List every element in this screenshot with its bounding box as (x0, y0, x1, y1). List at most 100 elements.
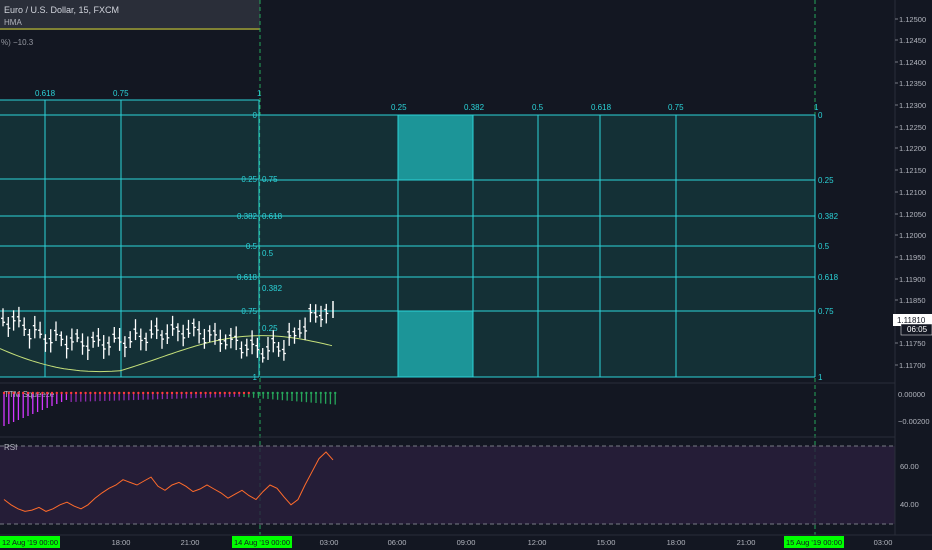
price-label: 1.11750 (899, 339, 926, 348)
squeeze-dot (295, 391, 298, 395)
squeeze-dot (12, 391, 15, 395)
squeeze-dot (281, 391, 284, 395)
price-label: 1.11700 (899, 361, 926, 370)
fib-left-level-label: 0.382 (237, 212, 258, 221)
price-label: 1.12050 (899, 210, 926, 219)
time-label: 21:00 (181, 538, 200, 547)
time-label: 21:00 (737, 538, 756, 547)
squeeze-dot (113, 391, 116, 395)
fib-left-level-label: 1 (253, 373, 258, 382)
price-label: 1.11850 (899, 296, 926, 305)
fib-right-top-label: 0.618 (591, 103, 612, 112)
price-label: 1.12000 (899, 231, 926, 240)
time-label: 03:00 (320, 538, 339, 547)
indicator-label[interactable]: HMA (4, 18, 22, 27)
squeeze-dot (194, 391, 198, 395)
fib-right-level-label: 0.25 (818, 176, 834, 185)
price-label: 1.11900 (899, 275, 926, 284)
fib-left-top-label: 0.618 (35, 89, 56, 98)
fib-mid-level-label: 0.25 (262, 324, 278, 333)
squeeze-dot (142, 391, 145, 395)
time-label: 15:00 (597, 538, 616, 547)
squeeze-dot (262, 391, 265, 395)
squeeze-dot (156, 391, 159, 395)
fib-mid-level-label: 0.618 (262, 212, 283, 221)
fib-mid-level-label: 0.75 (262, 175, 278, 184)
time-label: 18:00 (667, 538, 686, 547)
squeeze-dot (271, 391, 274, 395)
squeeze-dot (31, 391, 34, 395)
fib-left-top-label: 0.75 (113, 89, 129, 98)
squeeze-dot (300, 391, 303, 395)
fib-right-level-label: 0.75 (818, 307, 834, 316)
price-label: 1.11950 (899, 253, 926, 262)
squeeze-axis-label: 0.00000 (898, 390, 925, 399)
squeeze-dot (132, 391, 135, 395)
squeeze-dot (257, 391, 260, 395)
squeeze-dot (276, 391, 279, 395)
rsi-band (0, 446, 895, 524)
squeeze-dot (74, 391, 78, 395)
price-label: 1.12400 (899, 58, 926, 67)
fib-time-zone-left[interactable]: 0.618 0.75 1 (0, 89, 262, 378)
fib-mid-level-label: 0.5 (262, 249, 274, 258)
squeeze-dot (170, 391, 174, 395)
squeeze-dot (151, 391, 154, 395)
price-label: 1.12250 (899, 123, 926, 132)
squeeze-dot (98, 391, 102, 395)
fib-left-level-label: 0.75 (241, 307, 257, 316)
fib-right-top-label: 0.75 (668, 103, 684, 112)
fib-mid-level-label: 0.382 (262, 284, 283, 293)
rsi-axis-label: 40.00 (900, 500, 919, 509)
squeeze-dot (22, 391, 25, 395)
time-label: 15 Aug '19 00:00 (786, 538, 842, 547)
squeeze-dot (190, 391, 193, 395)
squeeze-dot (2, 391, 6, 395)
fib-right-top-label: 0.5 (532, 103, 544, 112)
squeeze-dot (247, 391, 250, 395)
price-label: 1.12500 (899, 15, 926, 24)
indicator-value: %) −10.3 (1, 38, 34, 47)
squeeze-dot (214, 391, 217, 395)
rsi-axis-label: 60.00 (900, 462, 919, 471)
squeeze-dot (108, 391, 111, 395)
last-price-value: 1.11810 (897, 316, 926, 325)
squeeze-dot (137, 391, 140, 395)
symbol-title[interactable]: Euro / U.S. Dollar, 15, FXCM (4, 5, 119, 15)
time-label: 18:00 (112, 538, 131, 547)
bar-countdown: 06:05 (907, 325, 928, 334)
squeeze-axis-label: −0.00200 (898, 417, 930, 426)
squeeze-dot (94, 391, 97, 395)
squeeze-dot (185, 391, 188, 395)
squeeze-dot (79, 391, 83, 395)
squeeze-dot (36, 391, 39, 395)
fib-left-level-label: 0.25 (241, 175, 257, 184)
squeeze-dot (60, 391, 63, 395)
time-label: 09:00 (457, 538, 476, 547)
price-label: 1.12100 (899, 188, 926, 197)
time-axis[interactable]: 12 Aug '19 00:00 18:00 21:00 14 Aug '19 00:… (0, 536, 892, 548)
squeeze-dot (55, 391, 58, 395)
fib-time-zone-right[interactable]: 0.25 0.382 0.5 0.618 0.75 1 (260, 103, 819, 378)
trading-chart[interactable]: Euro / U.S. Dollar, 15, FXCM HMA %) −10.… (0, 0, 932, 550)
squeeze-dot (319, 391, 322, 395)
squeeze-dot (127, 391, 130, 395)
rsi-title[interactable]: RSI (4, 443, 17, 452)
squeeze-dot (46, 391, 49, 395)
squeeze-dot (314, 391, 318, 395)
squeeze-dot (7, 391, 10, 395)
fib-right-level-label: 1 (818, 373, 823, 382)
fib-right-zone-top (398, 115, 473, 180)
squeeze-dot (233, 391, 236, 395)
squeeze-dot (218, 391, 222, 395)
squeeze-dot (166, 391, 169, 395)
time-label: 12:00 (528, 538, 547, 547)
squeeze-dot (175, 391, 178, 395)
fib-right-level-label: 0.618 (818, 273, 839, 282)
squeeze-dot (290, 391, 294, 395)
time-label: 06:00 (388, 538, 407, 547)
fib-left-level-label: 0 (253, 111, 258, 120)
squeeze-dot (89, 391, 92, 395)
squeeze-dot (146, 391, 150, 395)
squeeze-dot (252, 391, 255, 395)
